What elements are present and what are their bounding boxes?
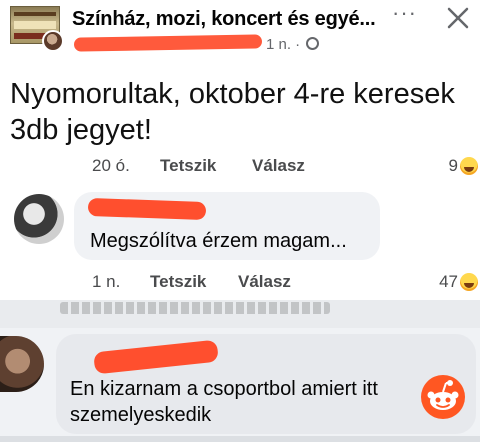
comment-bubble: Megszólítva érzem magam... — [74, 192, 380, 260]
post-time[interactable]: 1 n. · — [266, 36, 300, 53]
comment-actions: 1 n. Tetszik Válasz 47 — [0, 272, 480, 294]
group-title[interactable]: Színház, mozi, koncert és egyé... — [72, 8, 392, 31]
comment-reaction-count[interactable]: 47 — [418, 272, 458, 292]
comment-author-redaction — [93, 339, 219, 375]
reddit-icon — [421, 375, 465, 419]
haha-emoji-icon — [460, 273, 478, 291]
comment-time[interactable]: 1 n. — [92, 272, 120, 292]
globe-icon — [306, 37, 320, 50]
cropped-text-line — [60, 302, 330, 314]
more-icon[interactable]: ··· — [392, 2, 416, 26]
bottom-edge — [0, 436, 480, 442]
comment-text-line2: szemelyeskedik — [70, 404, 212, 426]
comment-author-redaction — [87, 197, 207, 221]
comment-text: Megszólítva érzem magam... — [90, 230, 347, 252]
post-reaction-count[interactable]: 9 — [418, 156, 458, 176]
post-action-time[interactable]: 20 ó. — [92, 156, 130, 176]
comment-text-line1: En kizarnam a csoportbol amiert itt — [70, 378, 378, 400]
comment-like-button[interactable]: Tetszik — [150, 272, 206, 292]
haha-emoji-icon — [460, 157, 478, 175]
post-text: Nyomorultak, oktober 4-re keresek 3db je… — [10, 78, 455, 146]
comment-avatar[interactable] — [14, 194, 64, 244]
author-name-redaction — [73, 34, 263, 52]
post-like-button[interactable]: Tetszik — [160, 156, 216, 176]
post-meta: 1 n. · — [266, 36, 320, 53]
post-panel: Színház, mozi, koncert és egyé... ··· 1 … — [0, 0, 480, 300]
close-icon[interactable] — [444, 4, 472, 32]
author-avatar[interactable] — [42, 30, 64, 52]
post-actions: 20 ó. Tetszik Válasz 9 — [0, 156, 480, 178]
comment-avatar[interactable] — [0, 336, 44, 392]
post-reply-button[interactable]: Válasz — [252, 156, 305, 176]
comment-bubble: En kizarnam a csoportbol amiert itt szem… — [56, 334, 476, 434]
comment-reply-button[interactable]: Válasz — [238, 272, 291, 292]
